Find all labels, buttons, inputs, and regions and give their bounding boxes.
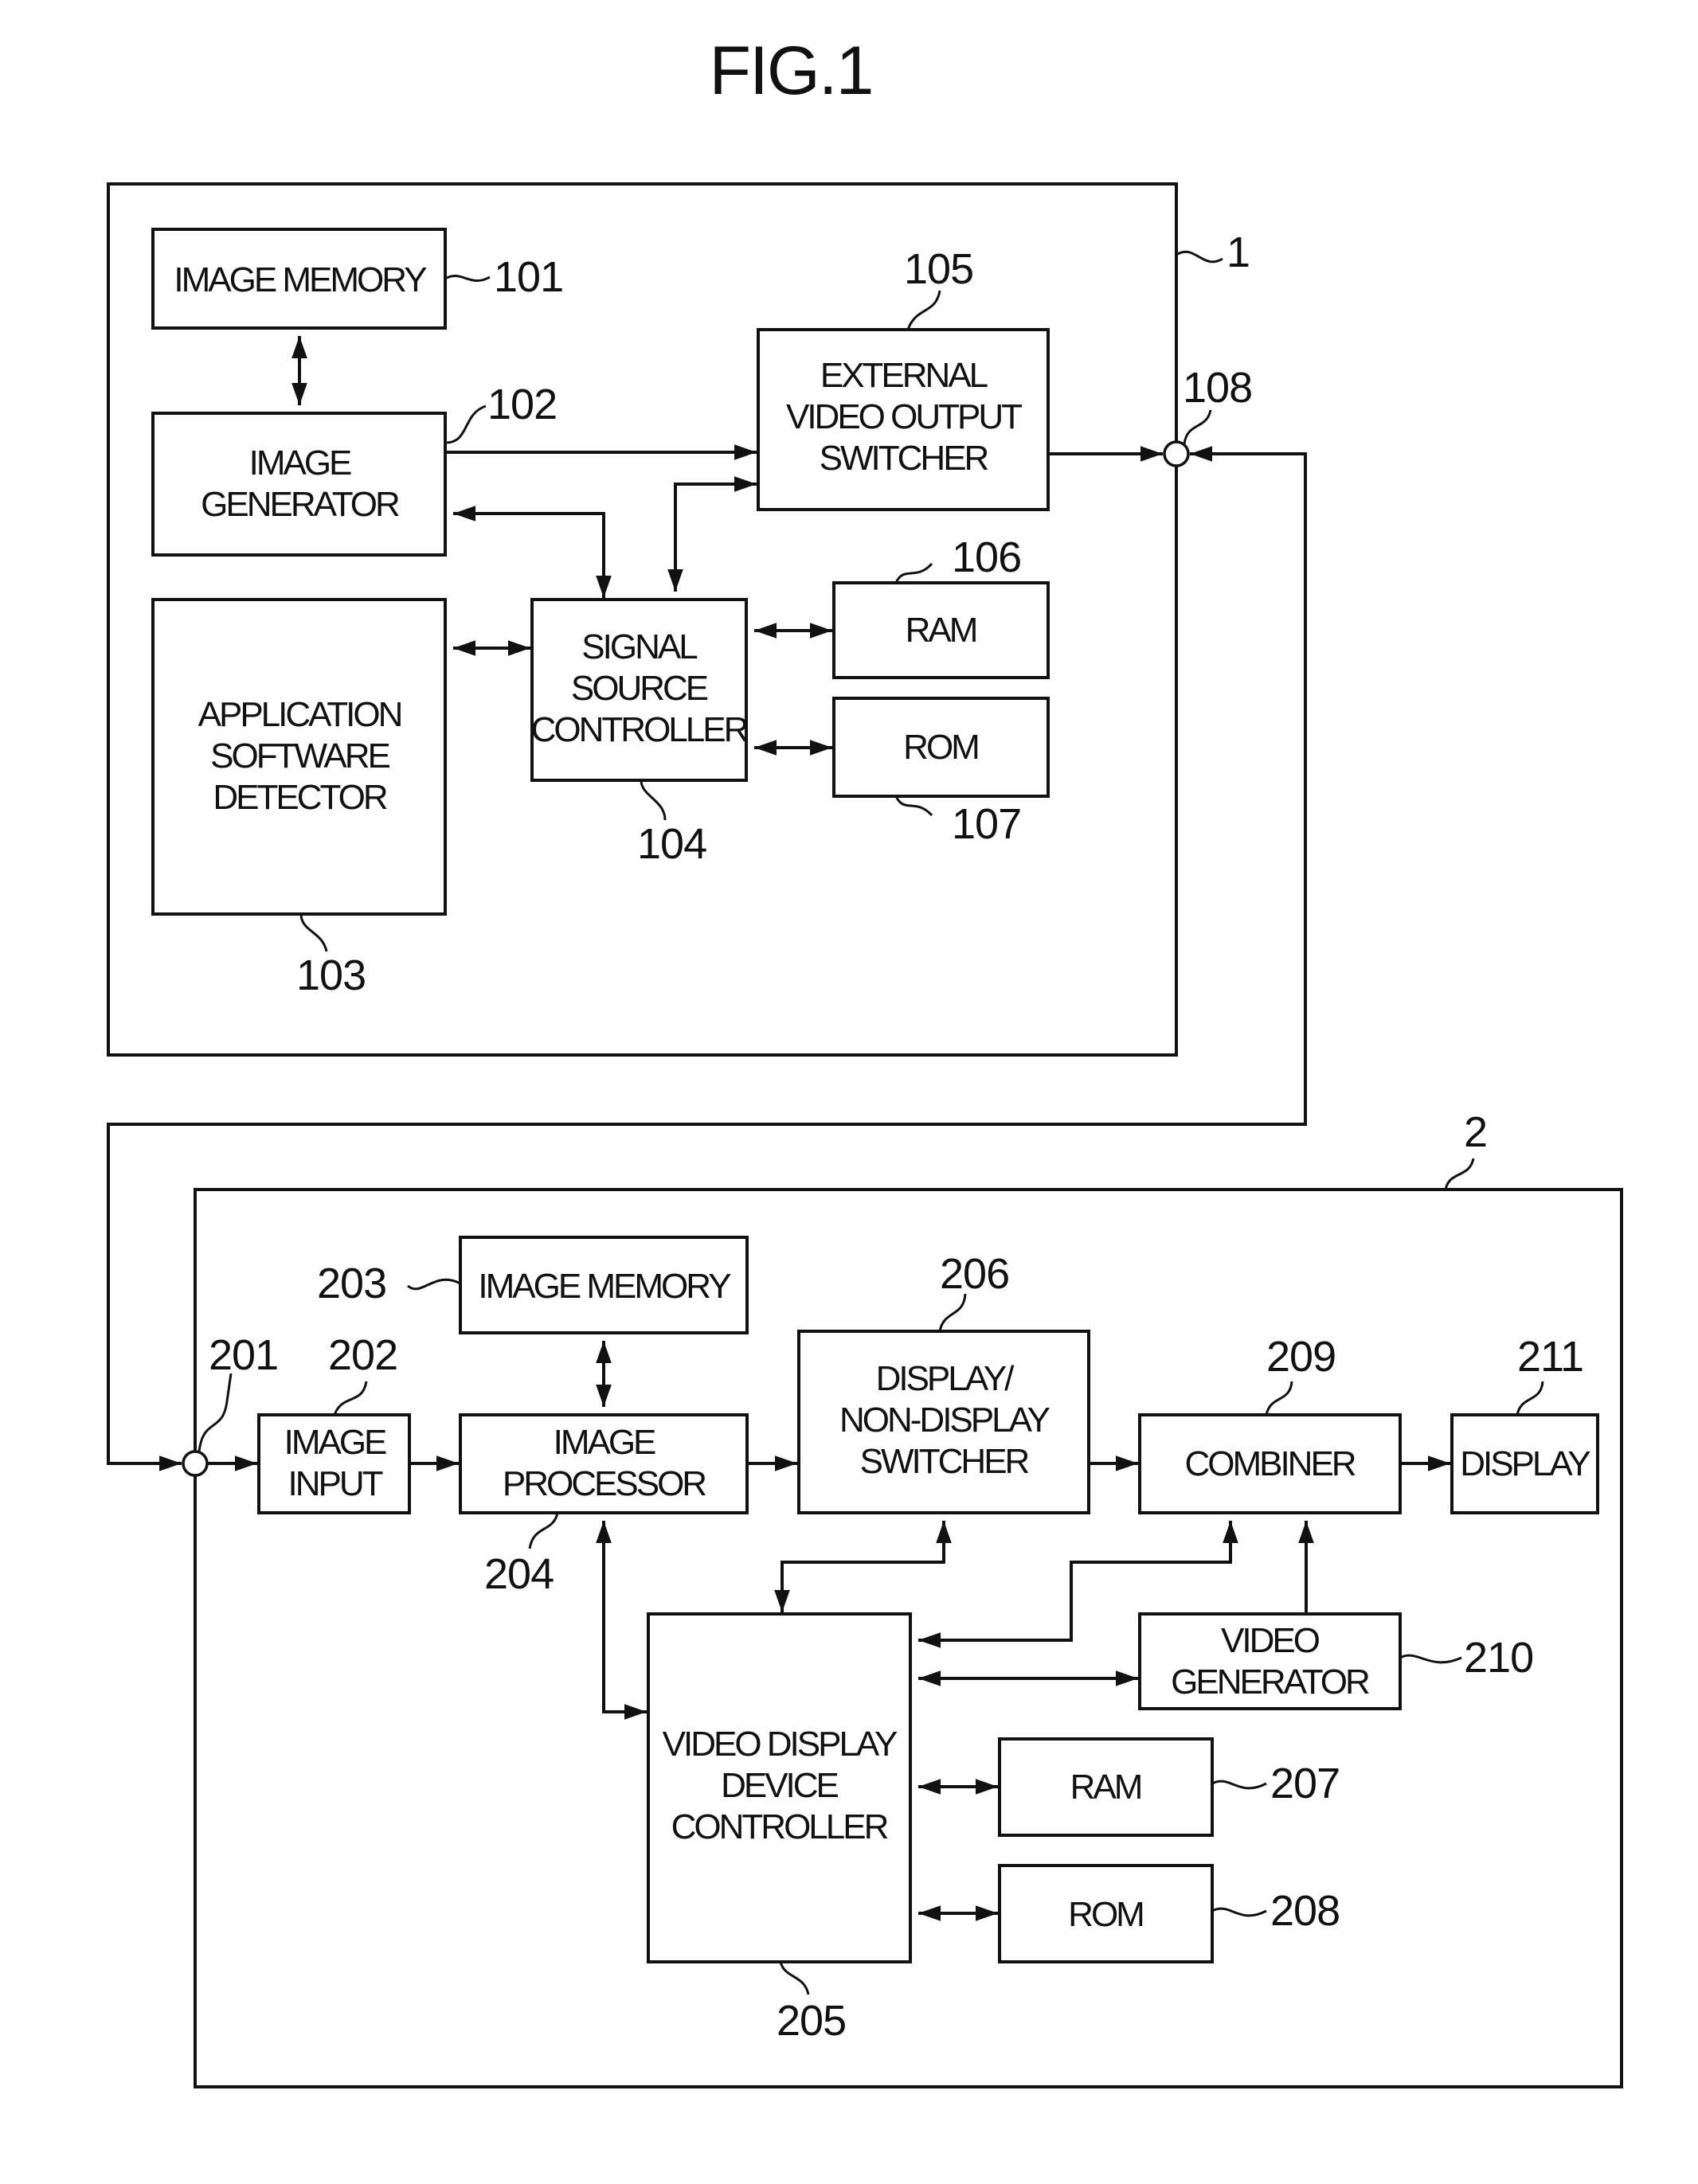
block-label-line2: SOURCE (571, 669, 708, 708)
ref-leader-103 (299, 913, 328, 952)
block-label-line2: DEVICE (721, 1766, 838, 1805)
ref-leader-207 (1211, 1780, 1267, 1790)
block-label: RAM (906, 611, 976, 650)
ref-leader-2 (1444, 1158, 1475, 1190)
ref-leader-206 (938, 1293, 967, 1332)
ref-leader-210 (1399, 1654, 1462, 1664)
block-label: COMBINER (1184, 1444, 1355, 1483)
block-label-line2: GENERATOR (1171, 1662, 1369, 1701)
ref-label-204: 204 (484, 1550, 554, 1598)
block-frame (151, 412, 447, 557)
ref-leader-108 (1183, 409, 1212, 445)
ref-label-201: 201 (209, 1331, 278, 1379)
block-label-line2: NON-DISPLAY (839, 1401, 1050, 1440)
block-label: ROM (1068, 1895, 1143, 1934)
ref-label-102: 102 (487, 381, 557, 428)
block-application-software-detector-103: APPLICATION SOFTWARE DETECTOR (151, 598, 447, 916)
block-label-line3: SWITCHER (820, 439, 988, 478)
block-label: IMAGE MEMORY (174, 260, 427, 299)
block-label: IMAGE MEMORY (478, 1267, 731, 1306)
block-label-line2: INPUT (288, 1464, 383, 1503)
block-rom-107: ROM (832, 697, 1050, 798)
block-video-generator-210: VIDEO GENERATOR (1138, 1612, 1402, 1710)
block-diagram: FIG.1 1 IMAGE MEMORY 101 IMAGE GENERATOR… (107, 33, 1623, 2088)
ref-leader-201 (198, 1373, 233, 1452)
ref-leader-102 (444, 404, 487, 444)
link-204-205 (596, 1521, 647, 1720)
input-terminal-201[interactable] (182, 1450, 209, 1477)
ref-label-105: 105 (904, 245, 973, 293)
block-label: ROM (903, 728, 978, 767)
ref-label-1: 1 (1227, 229, 1250, 276)
ref-label-108: 108 (1183, 364, 1252, 412)
ref-label-2: 2 (1464, 1108, 1487, 1156)
block-label-line2: VIDEO OUTPUT (786, 397, 1022, 436)
ref-label-206: 206 (940, 1250, 1009, 1298)
block-ram-207: RAM (998, 1737, 1214, 1837)
block-label-line1: APPLICATION (198, 695, 401, 734)
ref-label-107: 107 (952, 800, 1021, 848)
ref-leader-205 (779, 1961, 810, 1995)
block-label-line3: CONTROLLER (531, 710, 748, 749)
output-terminal-108[interactable] (1163, 440, 1190, 467)
ref-label-205: 205 (777, 1997, 846, 2045)
block-display-non-display-switcher-206: DISPLAY/ NON-DISPLAY SWITCHER (797, 1330, 1090, 1514)
ref-label-209: 209 (1266, 1333, 1336, 1381)
ref-leader-204 (528, 1512, 559, 1549)
ref-leader-211 (1516, 1381, 1544, 1416)
block-label: DISPLAY (1460, 1444, 1590, 1483)
block-external-video-output-switcher-105: EXTERNAL VIDEO OUTPUT SWITCHER (757, 328, 1050, 511)
ref-leader-209 (1265, 1381, 1293, 1416)
ref-label-211: 211 (1517, 1333, 1583, 1381)
block-label-line1: IMAGE (249, 443, 351, 483)
ref-leader-208 (1211, 1907, 1267, 1917)
block-image-input-202: IMAGE INPUT (257, 1413, 411, 1514)
block-label-line1: IMAGE (284, 1423, 386, 1462)
block-image-generator-102: IMAGE GENERATOR (151, 412, 447, 557)
ref-label-208: 208 (1270, 1887, 1340, 1935)
block-label-line3: CONTROLLER (671, 1807, 888, 1846)
ref-leader-106 (894, 562, 933, 584)
block-label-line2: GENERATOR (201, 485, 399, 524)
ref-leader-101 (444, 275, 491, 283)
block-label-line1: VIDEO DISPLAY (663, 1725, 898, 1764)
ref-leader-104 (640, 779, 667, 821)
block-label-line1: EXTERNAL (820, 356, 988, 395)
ref-leader-1 (1176, 250, 1223, 264)
ref-leader-202 (333, 1381, 368, 1416)
ref-leader-107 (894, 795, 933, 817)
ref-label-202: 202 (328, 1331, 397, 1379)
figure-title: FIG.1 (709, 33, 872, 109)
block-image-processor-204: IMAGE PROCESSOR (459, 1413, 749, 1514)
block-label-line2: PROCESSOR (503, 1464, 706, 1503)
ref-label-210: 210 (1464, 1634, 1533, 1682)
block-label: RAM (1070, 1768, 1141, 1807)
ref-label-203: 203 (317, 1260, 386, 1307)
block-display-211: DISPLAY (1450, 1413, 1599, 1514)
link-206-205 (774, 1521, 952, 1612)
block-ram-106: RAM (832, 581, 1050, 679)
block-label-line3: SWITCHER (860, 1442, 1029, 1481)
block-combiner-209: COMBINER (1138, 1413, 1402, 1514)
block-label-line1: IMAGE (554, 1423, 655, 1462)
block-rom-208: ROM (998, 1864, 1214, 1963)
ref-label-103: 103 (296, 951, 366, 999)
block-image-memory-101: IMAGE MEMORY (151, 228, 447, 330)
block-image-memory-203: IMAGE MEMORY (459, 1236, 749, 1334)
ref-leader-203 (407, 1278, 461, 1291)
block-label-line1: VIDEO (1221, 1621, 1320, 1660)
block-signal-source-controller-104: SIGNAL SOURCE CONTROLLER (530, 598, 750, 782)
block-label-line3: DETECTOR (213, 778, 386, 817)
link-102-104 (453, 506, 612, 598)
ref-label-207: 207 (1270, 1760, 1340, 1807)
ref-label-101: 101 (494, 253, 563, 301)
link-104-105 (667, 476, 757, 592)
block-label-line1: SIGNAL (581, 627, 698, 666)
ref-leader-105 (906, 290, 941, 330)
ref-label-106: 106 (952, 533, 1021, 581)
block-video-display-device-controller-205: VIDEO DISPLAY DEVICE CONTROLLER (647, 1612, 912, 1963)
ref-label-104: 104 (637, 820, 706, 868)
block-label-line2: SOFTWARE (210, 736, 389, 776)
block-label-line1: DISPLAY/ (876, 1359, 1015, 1398)
